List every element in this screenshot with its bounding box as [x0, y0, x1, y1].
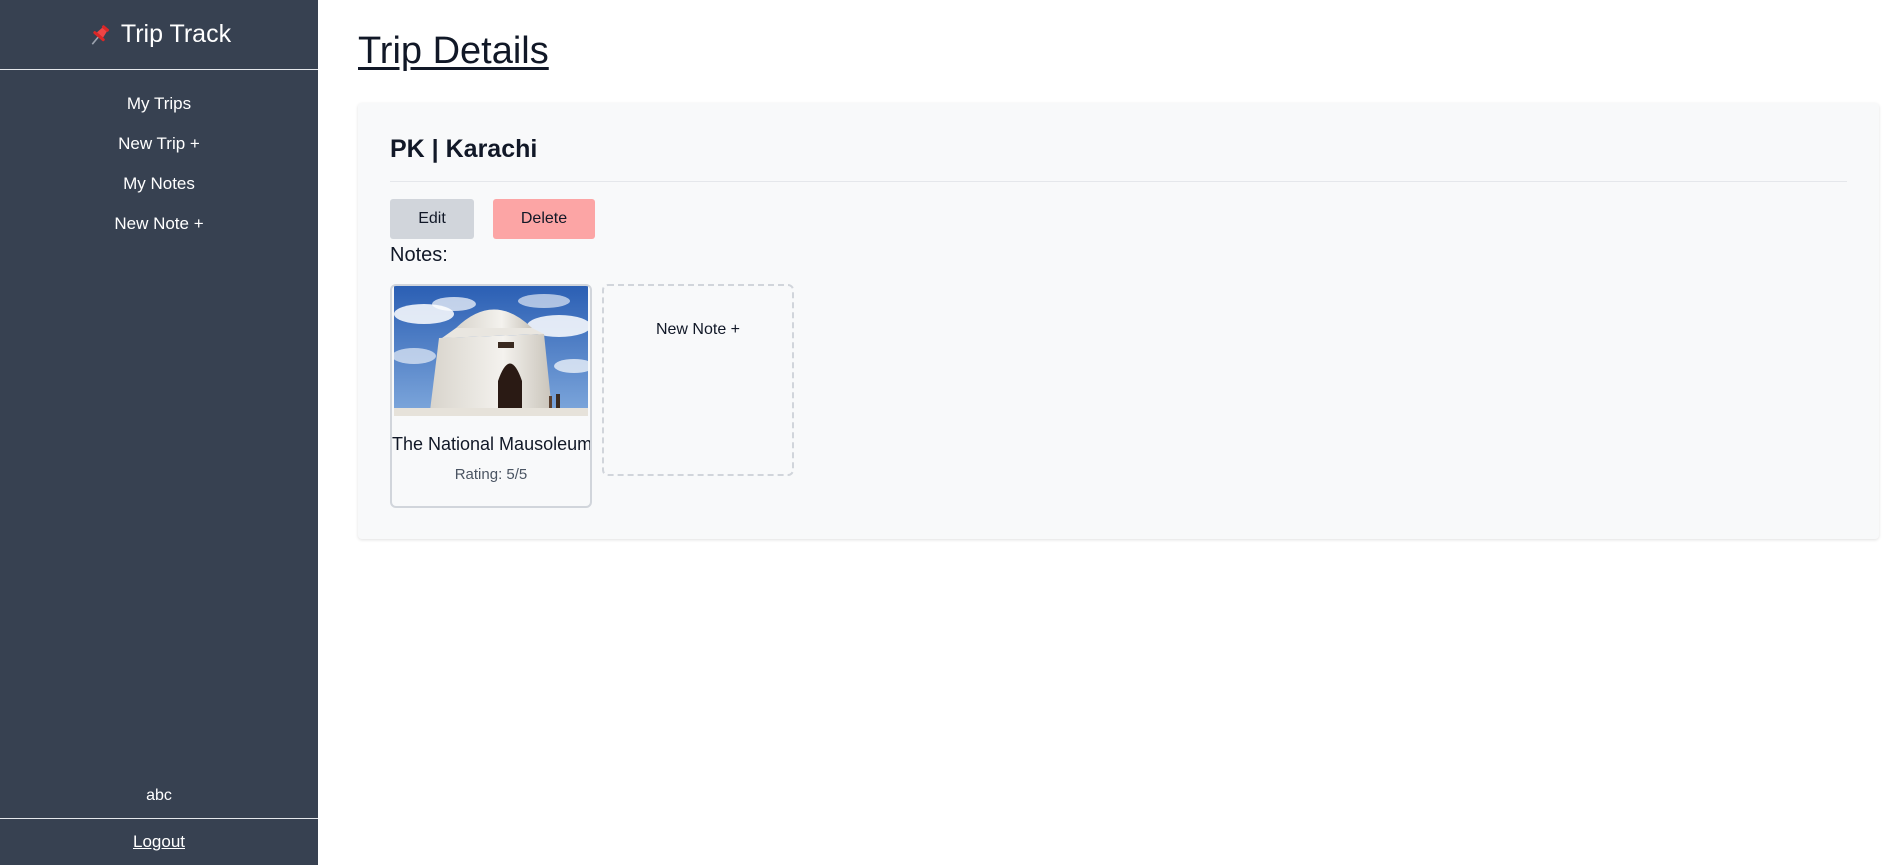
- pushpin-icon: [87, 22, 113, 48]
- brand-title: Trip Track: [120, 20, 232, 48]
- edit-button[interactable]: Edit: [390, 199, 474, 239]
- username: abc: [146, 787, 172, 804]
- divider: [390, 181, 1847, 182]
- note-title: The National Mausoleum: [392, 434, 592, 454]
- trip-panel: PK | Karachi Edit Delete Notes: The Nati…: [358, 103, 1879, 539]
- new-note-label: New Note +: [655, 321, 741, 338]
- sidebar-item-my-trips[interactable]: My Trips: [127, 84, 191, 124]
- sidebar-item-new-trip[interactable]: New Trip +: [118, 124, 200, 164]
- note-image: [394, 286, 588, 416]
- delete-button[interactable]: Delete: [493, 199, 595, 239]
- main-content: Trip Details PK | Karachi Edit Delete No…: [358, 0, 1891, 865]
- note-card[interactable]: The National Mausoleum Rating: 5/5: [390, 284, 592, 508]
- trip-heading: PK | Karachi: [390, 135, 538, 163]
- page-title: Trip Details: [358, 30, 549, 72]
- logout-area: Logout: [0, 818, 318, 865]
- sidebar-item-new-note[interactable]: New Note +: [114, 204, 203, 244]
- brand[interactable]: Trip Track: [0, 0, 318, 70]
- notes-label: Notes:: [390, 244, 448, 266]
- new-note-card[interactable]: New Note +: [602, 284, 794, 476]
- note-rating: Rating: 5/5: [454, 466, 528, 483]
- sidebar: Trip Track My Trips New Trip + My Notes …: [0, 0, 318, 865]
- sidebar-nav: My Trips New Trip + My Notes New Note +: [0, 84, 318, 244]
- logout-link[interactable]: Logout: [133, 832, 185, 852]
- sidebar-item-my-notes[interactable]: My Notes: [123, 164, 195, 204]
